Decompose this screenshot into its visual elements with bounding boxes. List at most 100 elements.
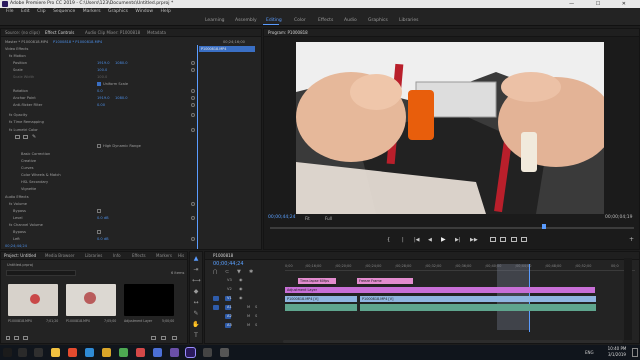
rotation-value[interactable]: 0.0 bbox=[97, 88, 103, 94]
solo-button[interactable]: S bbox=[255, 321, 257, 329]
timeline-timecode[interactable]: 00;00;44;24 bbox=[213, 261, 244, 267]
mute-button[interactable]: M bbox=[247, 312, 250, 320]
slip-tool-icon[interactable]: ↔ bbox=[192, 299, 200, 307]
bypass-checkbox[interactable] bbox=[97, 209, 101, 213]
export-frame-icon[interactable] bbox=[511, 237, 517, 242]
clock-date[interactable]: 3/1/2019 bbox=[605, 352, 629, 357]
volume-effect[interactable]: fx Volume bbox=[9, 201, 27, 207]
fit-dropdown[interactable]: Fit bbox=[305, 216, 310, 221]
pen-mask-icon[interactable]: ✎ bbox=[32, 134, 36, 140]
source-patch-v1[interactable] bbox=[213, 295, 219, 301]
timeline-clip-v3[interactable]: Time-lapse 60fps bbox=[298, 278, 336, 284]
clock-time[interactable]: 10:40 PM bbox=[605, 346, 629, 351]
wrench-icon[interactable]: ✱ bbox=[249, 269, 253, 275]
tab-markers[interactable]: Markers bbox=[156, 252, 172, 260]
anti-flicker-value[interactable]: 0.00 bbox=[97, 102, 105, 108]
project-thumbnail[interactable] bbox=[8, 284, 58, 316]
file-explorer-icon[interactable] bbox=[51, 348, 60, 357]
lumetri-basic-correction[interactable]: Basic Correction bbox=[21, 151, 50, 157]
search-icon[interactable] bbox=[18, 348, 27, 357]
position-x-value[interactable]: 1919.0 bbox=[97, 60, 110, 66]
stopwatch-icon[interactable] bbox=[191, 68, 195, 72]
close-button[interactable]: ✕ bbox=[622, 1, 636, 7]
sequence-clip-label[interactable]: P1000818 * P1000818.MP4 bbox=[53, 39, 102, 45]
language-indicator[interactable]: ENG bbox=[585, 350, 594, 355]
task-view-icon[interactable] bbox=[34, 348, 43, 357]
bypass2-checkbox[interactable] bbox=[97, 230, 101, 234]
timeline-clip-audio[interactable] bbox=[285, 304, 357, 311]
window-controls[interactable]: — ☐ ✕ bbox=[569, 0, 636, 8]
timeline-clip-video[interactable]: P1000818.MP4 [V] bbox=[285, 296, 357, 302]
tab-history[interactable]: His bbox=[178, 252, 184, 260]
hand-tool-icon[interactable]: ✋ bbox=[192, 321, 200, 329]
go-to-in-button[interactable]: |◀ bbox=[414, 237, 420, 243]
channel-volume-effect[interactable]: fx Channel Volume bbox=[9, 222, 43, 228]
stopwatch-icon[interactable] bbox=[191, 61, 195, 65]
menu-help[interactable]: Help bbox=[161, 9, 171, 14]
timeline-clip-video[interactable]: P1000818.MP4 [V] bbox=[360, 296, 596, 302]
app-icon[interactable] bbox=[136, 348, 145, 357]
lumetri-color-wheels[interactable]: Color Wheels & Match bbox=[21, 172, 61, 178]
tab-info[interactable]: Info bbox=[113, 252, 121, 260]
mark-in-button[interactable]: { bbox=[387, 237, 390, 243]
type-tool-icon[interactable]: T bbox=[192, 332, 200, 340]
lumetri-vignette[interactable]: Vignette bbox=[21, 186, 36, 192]
project-thumbnail-adjustment[interactable] bbox=[124, 284, 174, 316]
app-icon[interactable] bbox=[220, 348, 229, 357]
workspace-effects[interactable]: Effects bbox=[318, 16, 333, 26]
linked-selection-icon[interactable]: ⊂ bbox=[225, 269, 229, 275]
ripple-edit-tool-icon[interactable]: ⟷ bbox=[192, 277, 201, 285]
icon-view-icon[interactable] bbox=[23, 336, 28, 340]
trash-icon[interactable] bbox=[172, 336, 177, 340]
add-button-icon[interactable]: + bbox=[629, 236, 634, 243]
tab-effects[interactable]: Effects bbox=[132, 252, 146, 260]
hdr-checkbox[interactable] bbox=[97, 144, 101, 148]
mute-button[interactable]: M bbox=[247, 321, 250, 329]
step-forward-button[interactable]: ▶| bbox=[455, 237, 461, 243]
level-value[interactable]: 0.0 dB bbox=[97, 215, 109, 221]
app-icon[interactable] bbox=[119, 348, 128, 357]
time-remapping-effect[interactable]: fx Time Remapping bbox=[9, 119, 44, 125]
play-button[interactable]: ▶ bbox=[441, 236, 446, 243]
eye-icon[interactable]: ◉ bbox=[239, 276, 243, 284]
menu-clip[interactable]: Clip bbox=[37, 9, 46, 14]
solo-button[interactable]: S bbox=[255, 312, 257, 320]
app-icon[interactable] bbox=[170, 348, 179, 357]
timeline-clip-v3[interactable]: Freeze Frame bbox=[357, 278, 413, 284]
premiere-taskbar-icon[interactable] bbox=[185, 347, 196, 358]
tab-metadata[interactable]: Metadata bbox=[147, 29, 166, 37]
ellipse-mask-icon[interactable] bbox=[15, 135, 20, 139]
anchor-y-value[interactable]: 1080.0 bbox=[115, 95, 128, 101]
quality-dropdown[interactable]: Full bbox=[325, 216, 332, 221]
lock-icon[interactable] bbox=[6, 336, 10, 340]
menu-window[interactable]: Window bbox=[135, 9, 153, 14]
program-video-frame[interactable] bbox=[296, 42, 604, 214]
workspace-assembly[interactable]: Assembly bbox=[235, 16, 257, 26]
scale-value[interactable]: 100.0 bbox=[97, 67, 107, 73]
stopwatch-icon[interactable] bbox=[191, 128, 195, 132]
position-y-value[interactable]: 1080.0 bbox=[115, 60, 128, 66]
lumetri-color-effect[interactable]: fx Lumetri Color bbox=[9, 127, 38, 133]
program-playhead[interactable] bbox=[542, 224, 546, 229]
step-back-button[interactable]: ◀ bbox=[428, 237, 432, 243]
timeline-clip-adjustment[interactable]: Adjustment Layer bbox=[285, 287, 595, 293]
tab-program[interactable]: Program: P1000818 bbox=[268, 29, 308, 37]
pen-tool-icon[interactable]: ✎ bbox=[192, 310, 200, 318]
program-scrub-bar[interactable] bbox=[270, 227, 634, 229]
motion-effect[interactable]: fx Motion bbox=[9, 53, 26, 59]
firefox-icon[interactable] bbox=[68, 348, 77, 357]
source-patch-a1[interactable] bbox=[213, 304, 219, 310]
workspace-learning[interactable]: Learning bbox=[205, 16, 225, 26]
lumetri-creative[interactable]: Creative bbox=[21, 158, 36, 164]
effect-clip-block[interactable]: P1000818.MP4 bbox=[199, 46, 255, 52]
notifications-icon[interactable] bbox=[632, 348, 638, 357]
track-select-tool-icon[interactable]: ⇥ bbox=[192, 266, 200, 274]
edge-icon[interactable] bbox=[85, 348, 94, 357]
program-current-timecode[interactable]: 00;00;44;24 bbox=[268, 215, 295, 220]
stopwatch-icon[interactable] bbox=[191, 237, 195, 241]
start-button-icon[interactable] bbox=[3, 348, 12, 357]
workspace-color[interactable]: Color bbox=[294, 16, 306, 26]
anchor-x-value[interactable]: 1919.0 bbox=[97, 95, 110, 101]
tab-libraries[interactable]: Libraries bbox=[85, 252, 102, 260]
stopwatch-icon[interactable] bbox=[191, 103, 195, 107]
